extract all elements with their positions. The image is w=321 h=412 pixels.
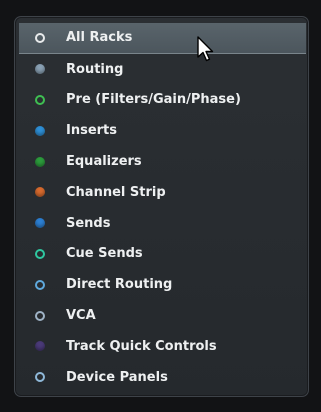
menu-item-label: Track Quick Controls (66, 338, 217, 354)
menu-item-label: Equalizers (66, 154, 142, 170)
track-quick-controls-icon (35, 341, 45, 352)
rack-filter-menu: All Racks Routing Pre (Filters/Gain/Phas… (14, 16, 309, 397)
menu-item-vca[interactable]: VCA (19, 300, 306, 331)
mouse-pointer-icon (197, 36, 214, 62)
device-panels-icon (35, 372, 45, 383)
menu-item-routing[interactable]: Routing (19, 54, 306, 85)
vca-icon (35, 310, 45, 321)
menu-item-all-racks[interactable]: All Racks (19, 23, 306, 54)
sends-icon (35, 218, 45, 229)
menu-item-label: Sends (66, 215, 111, 231)
inserts-icon (35, 125, 45, 136)
menu-item-sends[interactable]: Sends (19, 208, 306, 239)
menu-item-channel-strip[interactable]: Channel Strip (19, 177, 306, 208)
channel-strip-icon (35, 187, 45, 198)
direct-routing-icon (35, 279, 45, 290)
menu-item-direct-routing[interactable]: Direct Routing (19, 269, 306, 300)
menu-item-pre[interactable]: Pre (Filters/Gain/Phase) (19, 85, 306, 116)
routing-icon (35, 64, 45, 75)
menu-item-label: Cue Sends (66, 246, 143, 262)
menu-item-label: Channel Strip (66, 184, 166, 200)
menu-item-label: VCA (66, 308, 96, 324)
pre-icon (35, 94, 45, 105)
menu-item-equalizers[interactable]: Equalizers (19, 146, 306, 177)
menu-item-label: Device Panels (66, 369, 168, 385)
menu-item-label: Routing (66, 61, 124, 77)
screen-background: All Racks Routing Pre (Filters/Gain/Phas… (0, 0, 321, 412)
menu-item-label: Pre (Filters/Gain/Phase) (66, 92, 241, 108)
menu-item-label: Inserts (66, 123, 118, 139)
cue-sends-icon (35, 248, 45, 259)
all-racks-icon (35, 32, 45, 43)
menu-item-label: All Racks (66, 30, 133, 46)
menu-item-inserts[interactable]: Inserts (19, 115, 306, 146)
menu-item-track-quick-controls[interactable]: Track Quick Controls (19, 331, 306, 362)
menu-item-device-panels[interactable]: Device Panels (19, 362, 306, 393)
menu-item-cue-sends[interactable]: Cue Sends (19, 239, 306, 270)
equalizers-icon (35, 156, 45, 167)
menu-item-label: Direct Routing (66, 277, 173, 293)
menu-list: All Racks Routing Pre (Filters/Gain/Phas… (19, 23, 306, 393)
